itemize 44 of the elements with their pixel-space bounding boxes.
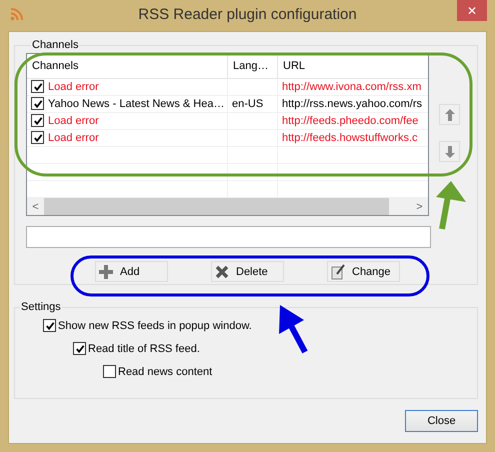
channel-name: Load error — [48, 132, 99, 144]
delete-button[interactable]: Delete — [211, 261, 284, 282]
checkbox[interactable] — [43, 319, 56, 332]
horizontal-scrollbar[interactable]: < > — [27, 198, 428, 216]
checkbox[interactable] — [31, 80, 44, 94]
arrow-up-icon — [444, 108, 454, 120]
url-cell: http://feeds.pheedo.com/fee — [282, 114, 418, 127]
group-label: Settings — [20, 301, 62, 313]
column-header[interactable]: URL — [278, 54, 428, 78]
cross-icon — [215, 264, 229, 278]
channel-name: Load error — [48, 114, 99, 127]
move-down-button[interactable] — [439, 141, 460, 162]
url-cell: http://feeds.howstuffworks.c — [282, 132, 418, 144]
checkbox[interactable] — [31, 131, 44, 144]
channel-name: Yahoo News - Latest News & Hea… — [48, 98, 224, 110]
url-cell: http://www.ivona.com/rss.xm — [282, 80, 422, 93]
url-cell: http://rss.news.yahoo.com/rs — [282, 98, 422, 110]
checkbox[interactable] — [73, 342, 86, 355]
column-header[interactable]: Lang… — [228, 54, 278, 78]
checkbox[interactable] — [31, 97, 44, 110]
checkbox-label: Show new RSS feeds in popup window. — [58, 320, 252, 332]
checkbox-label: Read title of RSS feed. — [88, 342, 200, 354]
checkbox[interactable] — [103, 365, 116, 378]
edit-icon — [331, 264, 345, 280]
column-header[interactable]: Channels — [27, 54, 228, 78]
close-dialog-button[interactable]: Close — [405, 410, 478, 432]
plus-icon — [99, 264, 113, 278]
add-button[interactable]: Add — [95, 261, 168, 282]
url-input-field[interactable] — [26, 226, 431, 248]
change-button[interactable]: Change — [327, 261, 400, 282]
move-up-button[interactable] — [439, 104, 460, 125]
rss-icon — [10, 7, 24, 21]
channel-name: Load error — [48, 80, 99, 93]
language-cell: en-US — [232, 98, 264, 110]
arrow-down-icon — [444, 146, 454, 158]
checkbox[interactable] — [31, 114, 44, 128]
scroll-left-arrow[interactable]: < — [27, 200, 44, 213]
annotation-arrow — [436, 181, 466, 230]
checkbox-label: Read news content — [118, 366, 212, 378]
close-button[interactable]: ✕ — [457, 0, 487, 21]
annotation-arrow — [279, 305, 308, 354]
group-label: Channels — [31, 39, 80, 51]
window-title: RSS Reader plugin configuration — [138, 6, 357, 23]
scroll-right-arrow[interactable]: > — [411, 200, 428, 213]
